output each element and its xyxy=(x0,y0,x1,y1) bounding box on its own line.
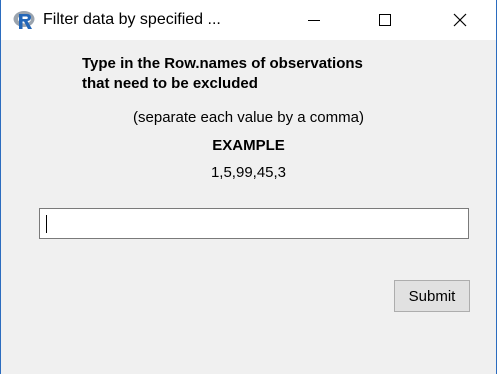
filter-dialog-window: Filter data by specified ... Type in the… xyxy=(0,0,497,374)
separator-note: (separate each value by a comma) xyxy=(133,109,364,126)
text-caret xyxy=(46,215,47,233)
row-names-input[interactable] xyxy=(39,208,469,239)
example-value: 1,5,99,45,3 xyxy=(210,164,287,181)
instruction-heading: Type in the Row.names of observations th… xyxy=(82,54,462,94)
instruction-line-1: Type in the Row.names of observations xyxy=(82,55,363,72)
minimize-button[interactable] xyxy=(291,0,337,40)
minimize-icon xyxy=(308,20,320,21)
r-logo-icon xyxy=(13,11,35,29)
submit-button[interactable]: Submit xyxy=(394,280,470,312)
close-icon xyxy=(453,13,467,27)
maximize-button[interactable] xyxy=(362,0,408,40)
close-button[interactable] xyxy=(437,0,483,40)
instruction-line-2: that need to be excluded xyxy=(82,75,258,92)
window-title: Filter data by specified ... xyxy=(43,11,221,28)
title-bar[interactable]: Filter data by specified ... xyxy=(1,0,496,40)
example-label: EXAMPLE xyxy=(212,137,285,154)
maximize-icon xyxy=(379,14,391,26)
